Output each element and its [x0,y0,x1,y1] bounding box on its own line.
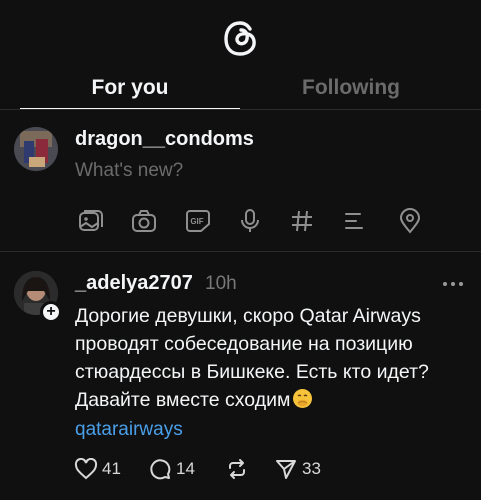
gallery-icon[interactable] [74,205,106,237]
threads-logo-icon[interactable] [218,15,264,61]
hand-over-mouth-emoji-icon [292,388,313,409]
feed-tabs: For you Following [0,72,481,110]
compose-input[interactable] [75,160,375,182]
camera-icon[interactable] [128,205,160,237]
post-text-block: Дорогие девушки, скоро Qatar Airways про… [75,302,470,414]
send-icon [276,460,296,479]
more-options-icon[interactable] [440,276,466,292]
post-username[interactable]: _adelya2707 [75,272,193,295]
reply-button[interactable]: 14 [148,454,195,484]
tabs-divider [0,109,481,110]
topic-tag[interactable]: qatarairways [75,419,183,441]
share-count: 33 [302,459,321,478]
reply-count: 14 [176,459,195,478]
repost-icon [229,459,245,479]
poll-icon[interactable] [338,205,370,237]
follow-plus-icon[interactable]: + [40,301,62,323]
post-actions: 41 14 33 [72,454,372,484]
gif-icon[interactable]: GIF [182,205,214,237]
heart-icon [74,458,98,480]
tab-for-you[interactable]: For you [20,76,240,100]
attachment-toolbar: GIF [72,205,452,237]
repost-button[interactable] [225,454,253,484]
svg-text:GIF: GIF [190,217,203,226]
like-button[interactable]: 41 [74,454,121,484]
share-button[interactable]: 33 [274,454,321,484]
location-icon[interactable] [394,205,426,237]
post-text: Дорогие девушки, скоро Qatar Airways про… [75,305,429,411]
tab-following[interactable]: Following [241,76,461,100]
avatar-image [14,127,58,171]
composer-username: dragon__condoms [75,128,254,150]
section-divider [0,251,481,252]
post-timestamp: 10h [205,273,237,294]
microphone-icon[interactable] [234,205,266,237]
hashtag-icon[interactable] [286,205,318,237]
composer-avatar[interactable] [14,127,58,171]
like-count: 41 [102,459,121,478]
comment-icon [150,459,171,480]
